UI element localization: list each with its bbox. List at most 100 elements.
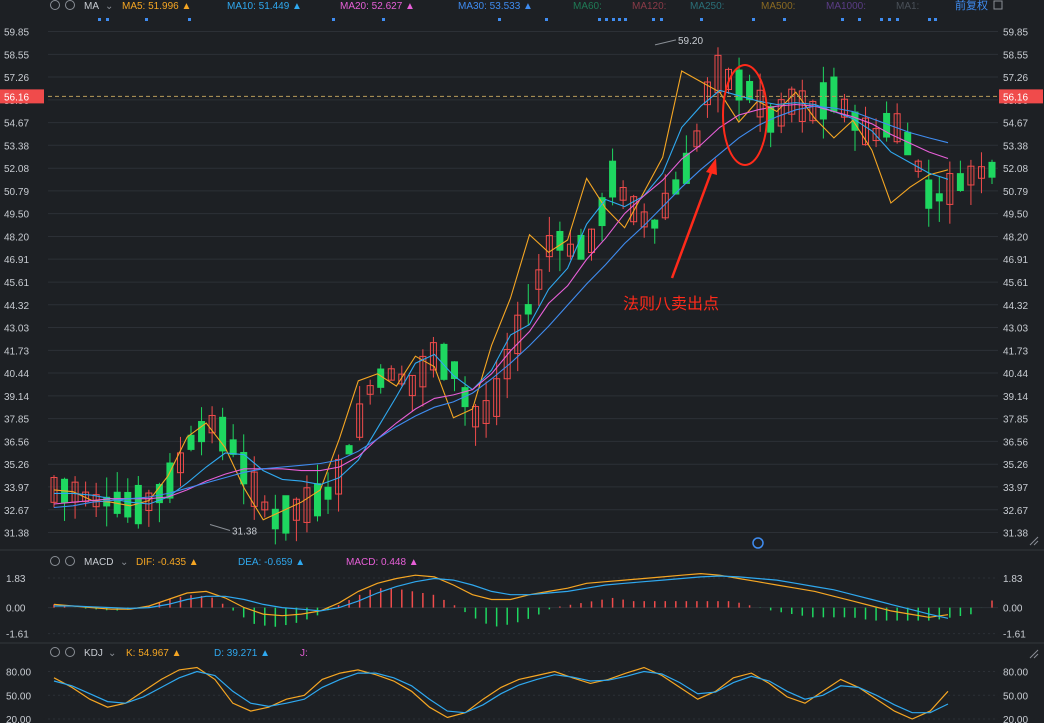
macd-legend-1: DEA: -0.659 ▲ — [238, 557, 305, 568]
macd-legend-0: DIF: -0.435 ▲ — [136, 557, 199, 568]
price-tick-left: 37.85 — [4, 415, 29, 426]
event-marker[interactable] — [896, 18, 899, 21]
candle-body[interactable] — [229, 439, 237, 455]
ma-legend-9: MA1: — [896, 1, 919, 12]
price-tick-right: 35.26 — [1003, 460, 1028, 471]
candle-body[interactable] — [746, 81, 754, 101]
kdj-tick-left: 50.00 — [6, 691, 31, 702]
price-tick-left: 49.50 — [4, 210, 29, 221]
event-marker[interactable] — [752, 18, 755, 21]
event-marker[interactable] — [660, 18, 663, 21]
price-tick-right: 37.85 — [1003, 415, 1028, 426]
candle-body[interactable] — [830, 76, 838, 112]
candle-body[interactable] — [609, 160, 617, 198]
event-marker[interactable] — [618, 18, 621, 21]
candle-body[interactable] — [219, 416, 227, 452]
chart-background — [0, 0, 1044, 723]
candle-body[interactable] — [187, 434, 195, 450]
kdj-tick-left: 20.00 — [6, 715, 31, 723]
event-marker[interactable] — [652, 18, 655, 21]
candle-body[interactable] — [577, 234, 585, 260]
candle-body[interactable] — [313, 483, 321, 517]
indicator-dropdown-icon[interactable]: ⌄ — [105, 1, 113, 12]
price-tick-left: 33.97 — [4, 483, 29, 494]
price-tick-right: 50.79 — [1003, 187, 1028, 198]
candle-body[interactable] — [935, 193, 943, 202]
price-tick-left: 41.73 — [4, 346, 29, 357]
price-tick-right: 52.08 — [1003, 164, 1028, 175]
low-price-label: 31.38 — [232, 527, 257, 538]
candle-body[interactable] — [925, 179, 933, 209]
event-marker[interactable] — [841, 18, 844, 21]
event-marker[interactable] — [382, 18, 385, 21]
event-marker[interactable] — [700, 18, 703, 21]
candle-body[interactable] — [956, 173, 964, 192]
ma-legend-5: MA120: — [632, 1, 666, 12]
price-tick-left: 43.03 — [4, 323, 29, 334]
event-marker[interactable] — [598, 18, 601, 21]
ma-legend-0: MA5: 51.996 ▲ — [122, 1, 191, 12]
candle-body[interactable] — [524, 304, 532, 315]
candle-body[interactable] — [651, 219, 659, 229]
price-tick-left: 39.14 — [4, 392, 29, 403]
event-marker[interactable] — [888, 18, 891, 21]
candle-body[interactable] — [324, 486, 332, 500]
price-tick-right: 48.20 — [1003, 232, 1028, 243]
candle-body[interactable] — [988, 161, 996, 178]
price-tick-right: 44.32 — [1003, 301, 1028, 312]
ma-legend-8: MA1000: — [826, 1, 866, 12]
price-tick-right: 39.14 — [1003, 392, 1028, 403]
macd-legend-2: MACD: 0.448 ▲ — [346, 557, 419, 568]
current-price-label-left: 56.16 — [4, 92, 29, 103]
event-marker[interactable] — [106, 18, 109, 21]
price-tick-right: 53.38 — [1003, 141, 1028, 152]
kdj-dropdown-icon[interactable]: ⌄ — [108, 648, 116, 659]
event-marker[interactable] — [928, 18, 931, 21]
candle-body[interactable] — [271, 508, 279, 530]
kdj-tick-left: 80.00 — [6, 668, 31, 679]
candle-body[interactable] — [240, 451, 248, 485]
event-marker[interactable] — [545, 18, 548, 21]
price-tick-left: 48.20 — [4, 232, 29, 243]
kdj-legend-2: J: — [300, 648, 308, 659]
price-tick-right: 36.56 — [1003, 437, 1028, 448]
event-marker[interactable] — [624, 18, 627, 21]
ma-legend-1: MA10: 51.449 ▲ — [227, 1, 302, 12]
ma-legend-4: MA60: — [573, 1, 602, 12]
macd-tick-right: -1.61 — [1003, 630, 1026, 641]
stock-chart-window: 59.8559.8558.5558.5557.2657.2655.9655.96… — [0, 0, 1044, 723]
adjust-price-button[interactable]: 前复权 — [955, 0, 988, 12]
macd-title: MACD — [84, 557, 113, 568]
price-tick-right: 32.67 — [1003, 506, 1028, 517]
high-price-label: 59.20 — [678, 36, 703, 47]
price-tick-left: 45.61 — [4, 278, 29, 289]
event-marker[interactable] — [605, 18, 608, 21]
chart-canvas[interactable]: 59.8559.8558.5558.5557.2657.2655.9655.96… — [0, 0, 1044, 723]
candle-body[interactable] — [819, 82, 827, 120]
macd-tick-left: 1.83 — [6, 574, 26, 585]
event-marker[interactable] — [145, 18, 148, 21]
candle-body[interactable] — [345, 445, 353, 455]
ma-legend-2: MA20: 52.627 ▲ — [340, 1, 415, 12]
candle-body[interactable] — [682, 152, 690, 184]
event-marker[interactable] — [612, 18, 615, 21]
price-tick-left: 31.38 — [4, 529, 29, 540]
event-marker[interactable] — [858, 18, 861, 21]
price-tick-left: 53.38 — [4, 141, 29, 152]
event-marker[interactable] — [98, 18, 101, 21]
event-marker[interactable] — [332, 18, 335, 21]
price-tick-left: 35.26 — [4, 460, 29, 471]
candle-body[interactable] — [440, 343, 448, 380]
candle-body[interactable] — [556, 230, 564, 251]
event-marker[interactable] — [498, 18, 501, 21]
candle-body[interactable] — [377, 368, 385, 388]
price-tick-right: 41.73 — [1003, 346, 1028, 357]
candle-body[interactable] — [282, 495, 290, 534]
candle-body[interactable] — [672, 179, 680, 195]
event-marker[interactable] — [188, 18, 191, 21]
price-tick-left: 59.85 — [4, 27, 29, 38]
macd-dropdown-icon[interactable]: ⌄ — [120, 557, 128, 568]
event-marker[interactable] — [880, 18, 883, 21]
event-marker[interactable] — [934, 18, 937, 21]
event-marker[interactable] — [783, 18, 786, 21]
